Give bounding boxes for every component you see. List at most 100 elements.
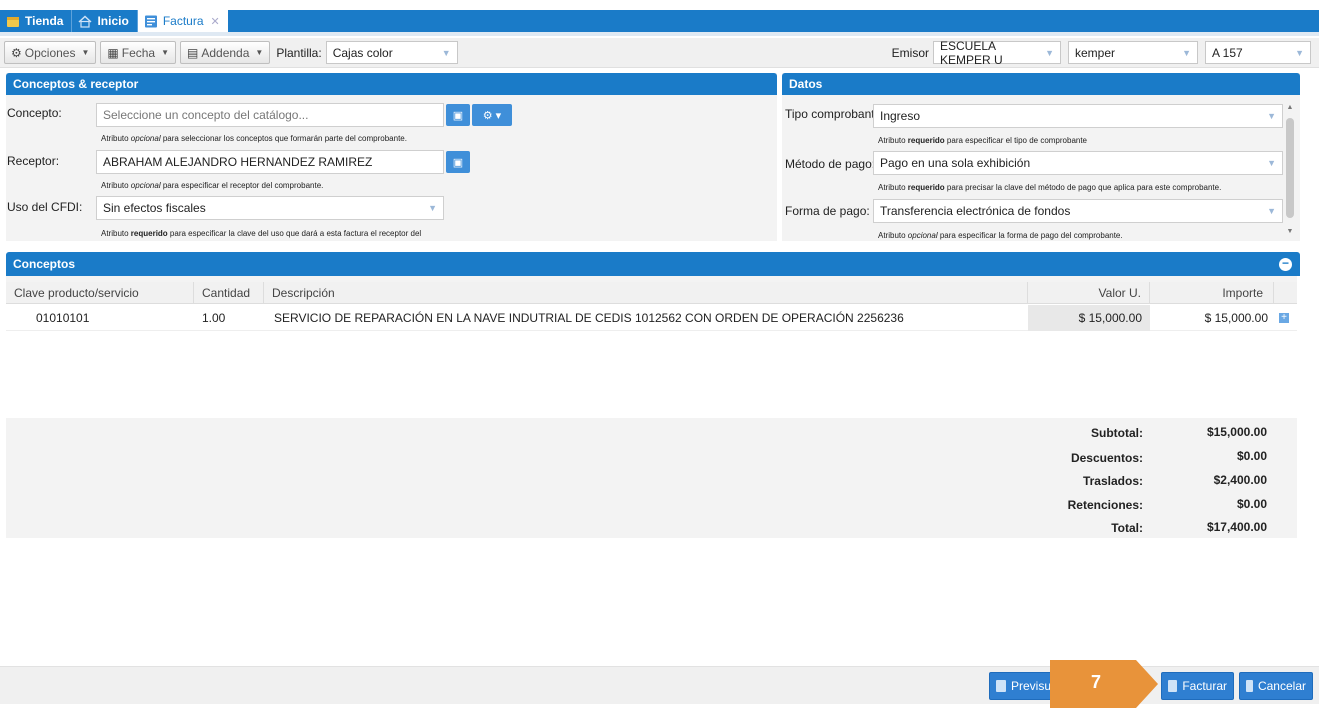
tab-inicio-label: Inicio [97, 14, 129, 28]
opciones-button[interactable]: ⚙ Opciones ▼ [4, 41, 97, 64]
emisor-select[interactable]: ESCUELA KEMPER U ▼ [933, 38, 1061, 67]
uso-cfdi-select[interactable]: Sin efectos fiscales ▼ [96, 196, 444, 220]
concepto-input[interactable]: Seleccione un concepto del catálogo... [96, 103, 444, 127]
fecha-button[interactable]: ▦ Fecha ▼ [100, 41, 177, 64]
caret-down-icon: ▼ [255, 48, 264, 57]
total-value: $17,400.00 [1206, 520, 1267, 534]
tab-tienda[interactable]: Tienda [0, 10, 73, 32]
chevron-down-icon: ▼ [1267, 111, 1276, 121]
traslados-value: $2,400.00 [1213, 473, 1267, 487]
conceptos-header: Conceptos − [6, 252, 1300, 276]
cancelar-label: Cancelar [1257, 679, 1306, 693]
totals-panel: Subtotal: $15,000.00 Descuentos: $0.00 T… [6, 418, 1297, 538]
chevron-down-icon: ▼ [428, 203, 437, 213]
metodo-pago-value: Pago en una sola exhibición [880, 156, 1031, 170]
datos-scrollbar[interactable]: ▲ ▼ [1286, 104, 1294, 236]
concepto-label: Concepto: [7, 106, 62, 120]
chevron-down-icon: ▼ [1045, 47, 1054, 58]
tab-factura[interactable]: Factura ✕ [137, 10, 228, 32]
cell-importe: $ 15,000.00 [1204, 311, 1268, 325]
calculator-icon: ▤ [187, 45, 199, 60]
subtotal-label: Subtotal: [1091, 426, 1143, 440]
receptor-label: Receptor: [7, 154, 60, 168]
document-icon [996, 680, 1006, 692]
gear-icon: ⚙ [11, 45, 22, 60]
serie-select[interactable]: A 157 ▼ [1205, 41, 1311, 64]
chevron-down-icon: ▼ [1267, 206, 1276, 216]
col-importe[interactable]: Importe [1150, 282, 1274, 304]
expand-row-icon[interactable]: + [1279, 305, 1289, 331]
metodo-pago-label: Método de pago: [785, 157, 876, 171]
descuentos-value: $0.00 [1236, 449, 1267, 463]
scroll-up-icon[interactable]: ▲ [1286, 104, 1294, 111]
cell-cantidad: 1.00 [202, 311, 226, 325]
plantilla-select[interactable]: Cajas color ▼ [325, 41, 458, 64]
user-select[interactable]: kemper ▼ [1068, 41, 1198, 64]
retenciones-label: Retenciones: [1067, 498, 1143, 512]
chevron-down-icon: ▼ [1182, 47, 1191, 58]
user-value: kemper [1075, 45, 1116, 60]
document-icon [144, 15, 157, 27]
uso-cfdi-label: Uso del CFDI: [7, 200, 83, 214]
serie-value: A 157 [1212, 45, 1243, 60]
close-icon[interactable]: ✕ [211, 15, 220, 28]
receptor-hint: Atributo opcional para especificar el re… [101, 181, 324, 190]
toolbar: ⚙ Opciones ▼ ▦ Fecha ▼ ▤ Addenda ▼ Plant… [0, 38, 1319, 68]
calendar-icon: ▦ [107, 45, 119, 60]
scrollbar-thumb[interactable] [1286, 118, 1294, 218]
emisor-value: ESCUELA KEMPER U [940, 38, 1003, 67]
col-valor[interactable]: Valor U. [1028, 282, 1150, 304]
add-concepto-button[interactable]: ▣ [446, 104, 470, 126]
chevron-down-icon: ▼ [1267, 158, 1276, 168]
facturar-button[interactable]: Facturar [1161, 672, 1234, 700]
tab-tienda-label: Tienda [25, 14, 64, 28]
scroll-down-icon[interactable]: ▼ [1286, 228, 1294, 235]
retenciones-value: $0.00 [1236, 497, 1267, 511]
receptor-lookup-button[interactable]: ▣ [446, 151, 470, 173]
tab-inicio[interactable]: Inicio [72, 10, 138, 32]
tipo-comprobante-value: Ingreso [880, 109, 921, 123]
tipo-comprobante-hint: Atributo requerido para especificar el t… [878, 136, 1088, 145]
document-add-icon: ▣ [452, 109, 464, 122]
conceptos-table-header: Clave producto/servicio Cantidad Descrip… [6, 282, 1297, 304]
col-cantidad[interactable]: Cantidad [194, 282, 264, 304]
cell-descripcion: SERVICIO DE REPARACIÓN EN LA NAVE INDUTR… [274, 311, 904, 325]
table-row[interactable]: 01010101 1.00 SERVICIO DE REPARACIÓN EN … [6, 305, 1297, 331]
col-clave[interactable]: Clave producto/servicio [6, 282, 194, 304]
metodo-pago-select[interactable]: Pago en una sola exhibición ▼ [873, 151, 1283, 175]
forma-pago-select[interactable]: Transferencia electrónica de fondos ▼ [873, 199, 1283, 223]
caret-down-icon: ▼ [161, 48, 170, 57]
cell-clave: 01010101 [36, 311, 90, 325]
tab-underline [0, 32, 1319, 36]
store-icon [7, 16, 19, 27]
document-icon [1168, 680, 1178, 692]
concepto-placeholder: Seleccione un concepto del catálogo... [103, 108, 309, 122]
addenda-label: Addenda [201, 45, 250, 60]
receptor-input[interactable]: ABRAHAM ALEJANDRO HERNANDEZ RAMIREZ [96, 150, 444, 174]
cancel-document-icon [1246, 680, 1253, 692]
home-icon [78, 14, 92, 28]
forma-pago-hint: Atributo opcional para especificar la fo… [878, 231, 1123, 240]
uso-cfdi-hint: Atributo requerido para especificar la c… [101, 229, 422, 238]
gear-icon: ⚙ ▾ [482, 109, 502, 122]
receptor-value: ABRAHAM ALEJANDRO HERNANDEZ RAMIREZ [103, 155, 373, 169]
concepto-settings-button[interactable]: ⚙ ▾ [472, 104, 512, 126]
tab-factura-label: Factura [162, 14, 204, 28]
forma-pago-value: Transferencia electrónica de fondos [880, 204, 1071, 218]
metodo-pago-hint: Atributo requerido para precisar la clav… [878, 183, 1222, 192]
opciones-label: Opciones [24, 45, 76, 60]
step-number: 7 [1090, 672, 1101, 692]
conceptos-receptor-title: Conceptos & receptor [6, 73, 777, 95]
addenda-button[interactable]: ▤ Addenda ▼ [180, 41, 271, 64]
plantilla-label: Plantilla: [276, 45, 322, 60]
cancelar-button[interactable]: Cancelar [1239, 672, 1313, 700]
tipo-comprobante-select[interactable]: Ingreso ▼ [873, 104, 1283, 128]
facturar-label: Facturar [1182, 679, 1227, 693]
traslados-label: Traslados: [1082, 474, 1143, 488]
chevron-down-icon: ▼ [1295, 47, 1304, 58]
collapse-icon[interactable]: − [1279, 257, 1292, 271]
conceptos-title: Conceptos [13, 257, 76, 271]
col-descripcion[interactable]: Descripción [264, 282, 1028, 304]
plantilla-value: Cajas color [332, 45, 393, 60]
total-label: Total: [1111, 521, 1143, 535]
